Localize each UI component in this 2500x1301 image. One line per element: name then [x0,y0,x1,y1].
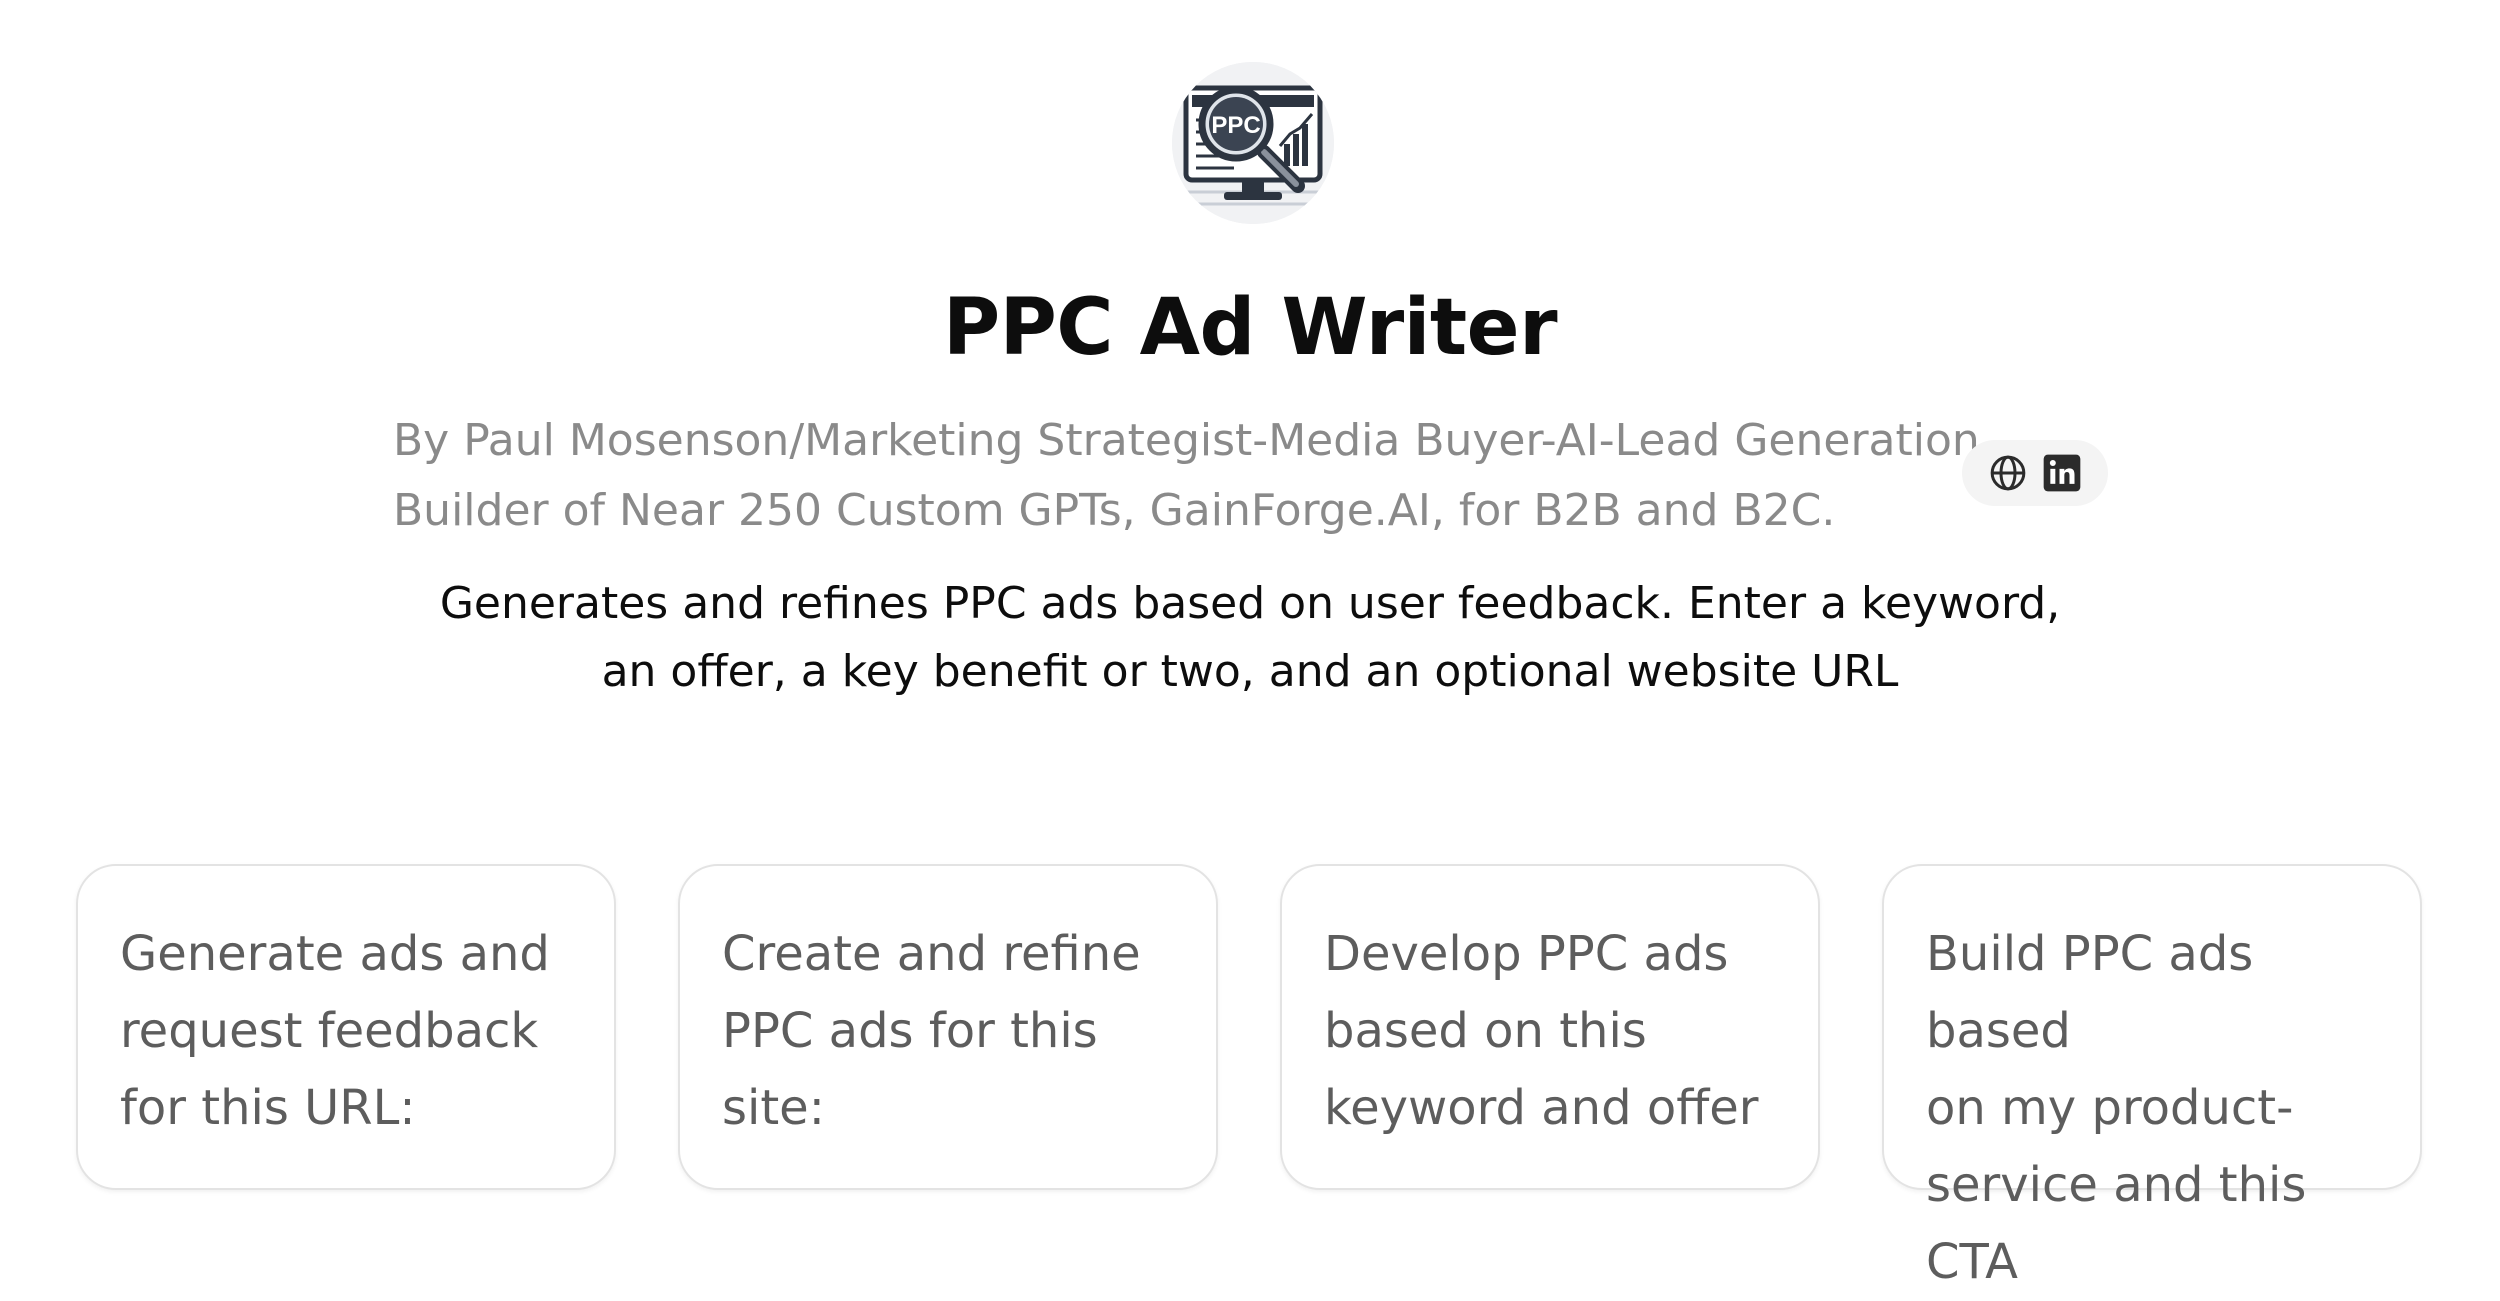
description-line-1: Generates and refines PPC ads based on u… [439,578,2061,629]
starter-card[interactable]: Develop PPC ads based on this keyword an… [1280,864,1820,1190]
starter-text: Generate ads and request feedback for th… [120,926,550,1136]
ppc-logo-icon: PPC [1172,62,1334,224]
starter-text: Create and refine PPC ads for this site: [722,926,1141,1136]
linkedin-icon[interactable] [2042,453,2082,493]
gpt-intro-page: PPC PPC Ad Writer By Paul Mosenson/Marke… [0,0,2500,1290]
globe-icon[interactable] [1988,453,2028,493]
gpt-description: Generates and refines PPC ads based on u… [0,570,2500,706]
gpt-title: PPC Ad Writer [942,283,1558,373]
social-links [1962,440,2108,506]
conversation-starters: Generate ads and request feedback for th… [76,864,2426,1290]
starter-text: Develop PPC ads based on this keyword an… [1324,926,1759,1136]
gpt-avatar: PPC [1172,62,1334,224]
starter-card[interactable]: Build PPC ads based on my product- servi… [1882,864,2422,1290]
author-line-1: By Paul Mosenson/Marketing Strategist-Me… [393,415,1994,466]
author-line-2: Builder of Near 250 Custom GPTs, GainFor… [393,485,1836,536]
starter-card[interactable]: Create and refine PPC ads for this site: [678,864,1218,1190]
avatar-text: PPC [1211,112,1260,139]
author-info: By Paul Mosenson/Marketing Strategist-Me… [393,406,1994,546]
starter-text: Build PPC ads based on my product- servi… [1926,926,2307,1290]
description-line-2: an offer, a key benefit or two, and an o… [601,646,1899,697]
starter-card[interactable]: Generate ads and request feedback for th… [76,864,616,1190]
